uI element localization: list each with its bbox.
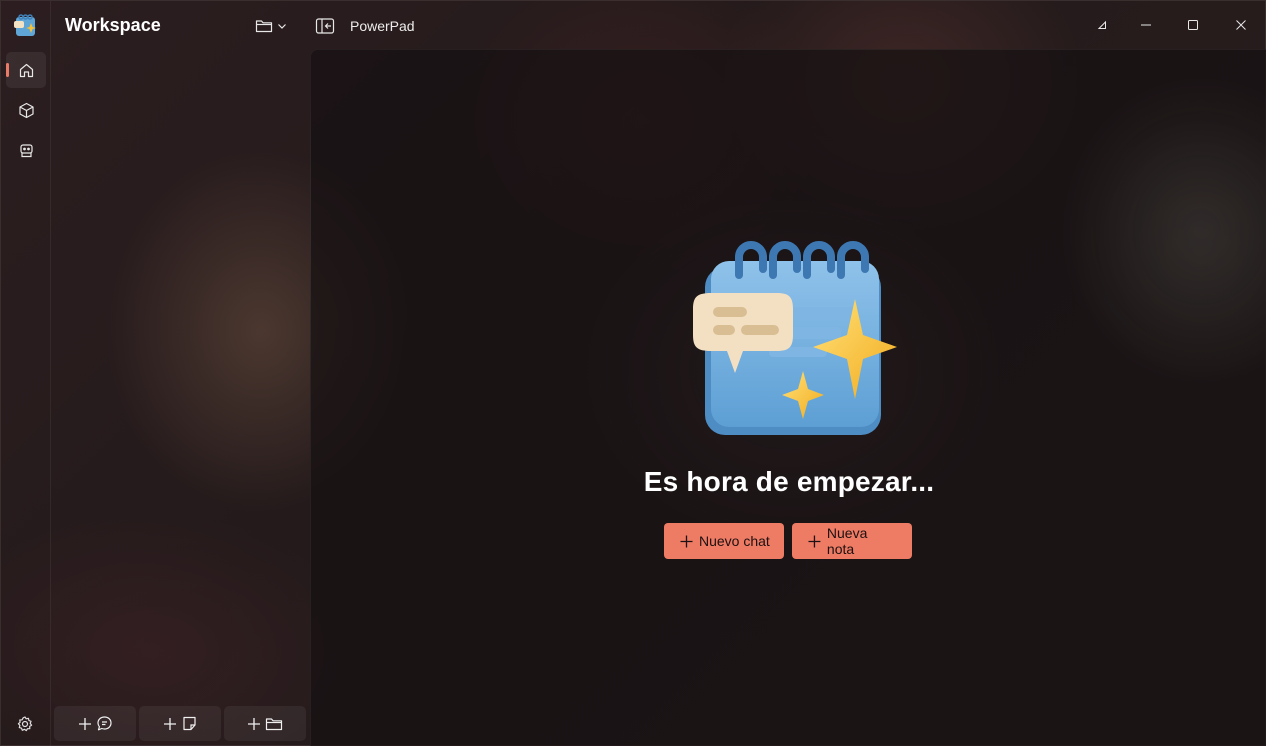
plus-icon [808, 535, 821, 547]
home-icon [19, 63, 33, 77]
sidebar-title: Workspace [65, 15, 161, 35]
new-chat-icon [96, 716, 112, 731]
gear-icon [17, 716, 33, 732]
new-note-icon [182, 716, 196, 731]
compact-overlay-icon [1097, 20, 1106, 29]
plus-icon [248, 717, 260, 730]
robot-icon [19, 143, 33, 157]
cube-icon [18, 102, 34, 118]
settings-button[interactable] [15, 714, 35, 734]
plus-icon [680, 535, 693, 547]
nav-home-button[interactable] [6, 52, 46, 88]
plus-icon [78, 717, 91, 730]
active-indicator [6, 63, 9, 77]
new-chat-label: Nuevo chat [699, 533, 770, 549]
pane-toggle-button[interactable] [315, 17, 335, 35]
new-note-label: Nueva nota [826, 525, 868, 557]
notebook-sparkles-illustration [693, 241, 897, 435]
new-note-button[interactable]: Nueva nota [792, 523, 912, 559]
minimize-button[interactable] [1123, 1, 1169, 49]
maximize-icon [1188, 20, 1198, 30]
plus-icon [163, 717, 176, 730]
app-title: PowerPad [350, 18, 415, 34]
nav-rail [1, 1, 51, 746]
hero-title: Es hora de empezar... [643, 466, 935, 497]
chevron-down-icon [278, 24, 286, 29]
minimize-icon [1141, 24, 1151, 26]
add-note-button[interactable] [139, 706, 221, 741]
add-chat-button[interactable] [54, 706, 136, 741]
app-logo-icon [14, 14, 36, 36]
new-folder-icon [265, 717, 283, 730]
folder-icon [255, 20, 273, 33]
maximize-button[interactable] [1170, 1, 1216, 49]
app-window: Workspace PowerPad Es hora de empezar...… [0, 0, 1266, 746]
cta-row: Nuevo chat Nueva nota [664, 523, 912, 559]
nav-models-button[interactable] [6, 92, 46, 128]
sidebar-collapse-icon [315, 18, 335, 34]
close-icon [1236, 20, 1246, 30]
compact-overlay-button[interactable] [1079, 1, 1125, 49]
nav-agents-button[interactable] [6, 132, 46, 168]
sidebar-bottom-actions [54, 706, 306, 741]
folder-dropdown[interactable] [255, 16, 295, 36]
add-folder-button[interactable] [224, 706, 306, 741]
new-chat-button[interactable]: Nuevo chat [664, 523, 784, 559]
close-button[interactable] [1218, 1, 1264, 49]
main-content: Es hora de empezar... Nuevo chat Nueva n… [310, 49, 1266, 746]
